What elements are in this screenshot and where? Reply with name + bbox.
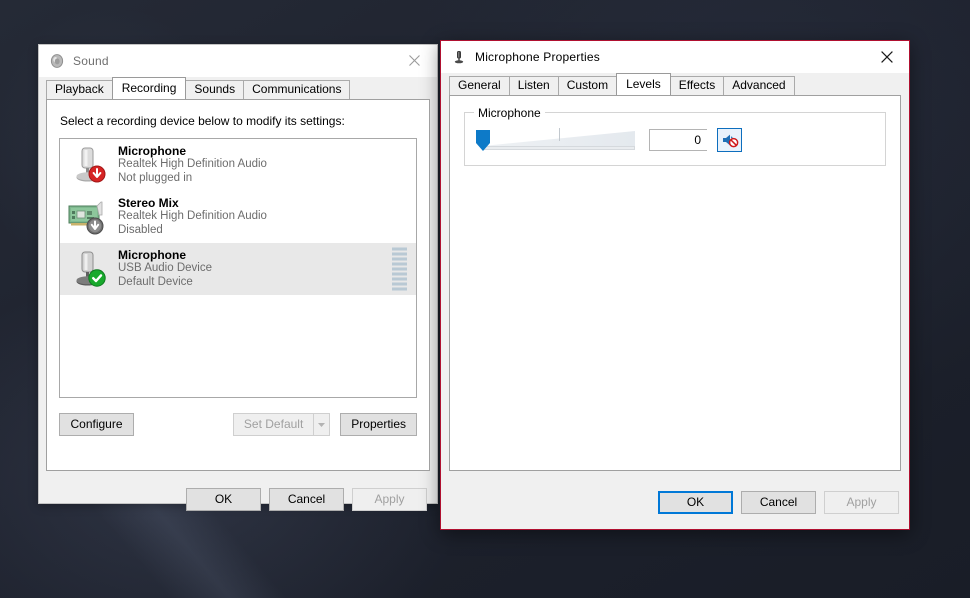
sound-card-icon xyxy=(66,194,112,240)
properties-apply-button[interactable]: Apply xyxy=(824,491,899,514)
tab-levels[interactable]: Levels xyxy=(616,73,671,95)
level-control-row: 0 xyxy=(475,127,875,153)
sound-dialog[interactable]: Sound Playback Recording Sounds Communic… xyxy=(38,44,438,511)
properties-titlebar[interactable]: Microphone Properties xyxy=(441,41,909,73)
sound-close-icon[interactable] xyxy=(392,45,437,76)
device-name: Microphone xyxy=(118,143,186,158)
slider-track xyxy=(483,128,635,147)
properties-close-icon[interactable] xyxy=(864,41,909,72)
tab-general[interactable]: General xyxy=(449,76,510,95)
properties-tabstrip[interactable]: General Listen Custom Levels Effects Adv… xyxy=(441,73,909,95)
sound-titlebar[interactable]: Sound xyxy=(39,45,437,77)
device-status: Disabled xyxy=(118,223,163,236)
device-row-microphone-usb[interactable]: Microphone USB Audio Device Default Devi… xyxy=(60,243,416,295)
slider-rail xyxy=(483,146,635,150)
configure-button[interactable]: Configure xyxy=(59,413,134,436)
tab-effects[interactable]: Effects xyxy=(669,76,725,95)
meter-segment xyxy=(392,282,407,286)
device-action-buttons: Configure Set Default Properties xyxy=(59,413,417,436)
volume-level-meter xyxy=(392,247,407,291)
microphone-icon xyxy=(66,246,112,292)
chevron-down-icon[interactable] xyxy=(313,413,331,436)
meter-segment xyxy=(392,247,407,251)
speaker-icon xyxy=(49,53,65,69)
tab-listen[interactable]: Listen xyxy=(508,76,559,95)
microphone-level-group: Microphone 0 xyxy=(464,106,886,166)
properties-ok-button[interactable]: OK xyxy=(658,491,733,514)
properties-dialog-footer: OK Cancel Apply xyxy=(441,491,909,514)
slider-midpoint-tick xyxy=(559,128,560,141)
meter-segment xyxy=(392,262,407,266)
set-default-button[interactable]: Set Default xyxy=(232,413,314,436)
tab-sounds[interactable]: Sounds xyxy=(185,80,245,99)
speaker-muted-icon[interactable] xyxy=(717,128,742,152)
microphone-properties-dialog[interactable]: Microphone Properties General Listen Cus… xyxy=(440,40,910,530)
instruction-text: Select a recording device below to modif… xyxy=(60,114,345,128)
device-info: Microphone USB Audio Device Default Devi… xyxy=(118,247,212,290)
device-status: Default Device xyxy=(118,275,193,288)
recording-device-list[interactable]: Microphone Realtek High Definition Audio… xyxy=(59,138,417,398)
device-name: Microphone xyxy=(118,247,186,262)
properties-cancel-button[interactable]: Cancel xyxy=(741,491,816,514)
tab-recording[interactable]: Recording xyxy=(111,77,187,99)
device-info: Microphone Realtek High Definition Audio… xyxy=(118,143,267,186)
device-driver: Realtek High Definition Audio xyxy=(118,158,267,171)
device-row-stereo-mix[interactable]: Stereo Mix Realtek High Definition Audio… xyxy=(60,191,416,243)
set-default-split-button[interactable]: Set Default xyxy=(232,413,331,436)
device-driver: Realtek High Definition Audio xyxy=(118,210,267,223)
device-info: Stereo Mix Realtek High Definition Audio… xyxy=(118,195,267,238)
tab-custom[interactable]: Custom xyxy=(557,76,618,95)
meter-segment xyxy=(392,277,407,281)
meter-segment xyxy=(392,272,407,276)
device-name: Stereo Mix xyxy=(118,195,179,210)
sound-tabstrip[interactable]: Playback Recording Sounds Communications xyxy=(39,77,437,99)
group-title: Microphone xyxy=(474,106,545,120)
sound-ok-button[interactable]: OK xyxy=(186,488,261,511)
levels-tab-panel: Microphone 0 xyxy=(449,95,901,471)
device-driver: USB Audio Device xyxy=(118,262,212,275)
tab-advanced[interactable]: Advanced xyxy=(723,76,795,95)
tab-playback[interactable]: Playback xyxy=(46,80,113,99)
meter-segment xyxy=(392,252,407,256)
microphone-icon xyxy=(451,49,467,65)
device-row-microphone-realtek[interactable]: Microphone Realtek High Definition Audio… xyxy=(60,139,416,191)
recording-tab-panel: Select a recording device below to modif… xyxy=(46,99,430,471)
sound-dialog-footer: OK Cancel Apply xyxy=(39,488,437,511)
microphone-icon xyxy=(66,142,112,188)
tab-communications[interactable]: Communications xyxy=(243,80,351,99)
meter-segment xyxy=(392,267,407,271)
meter-segment xyxy=(392,287,407,291)
sound-apply-button[interactable]: Apply xyxy=(352,488,427,511)
properties-button[interactable]: Properties xyxy=(340,413,417,436)
device-status: Not plugged in xyxy=(118,171,193,184)
properties-title-text: Microphone Properties xyxy=(475,50,600,64)
sound-cancel-button[interactable]: Cancel xyxy=(269,488,344,511)
sound-title-text: Sound xyxy=(73,54,109,68)
microphone-volume-slider[interactable] xyxy=(475,127,635,153)
meter-segment xyxy=(392,257,407,261)
level-value-field[interactable]: 0 xyxy=(649,129,707,151)
